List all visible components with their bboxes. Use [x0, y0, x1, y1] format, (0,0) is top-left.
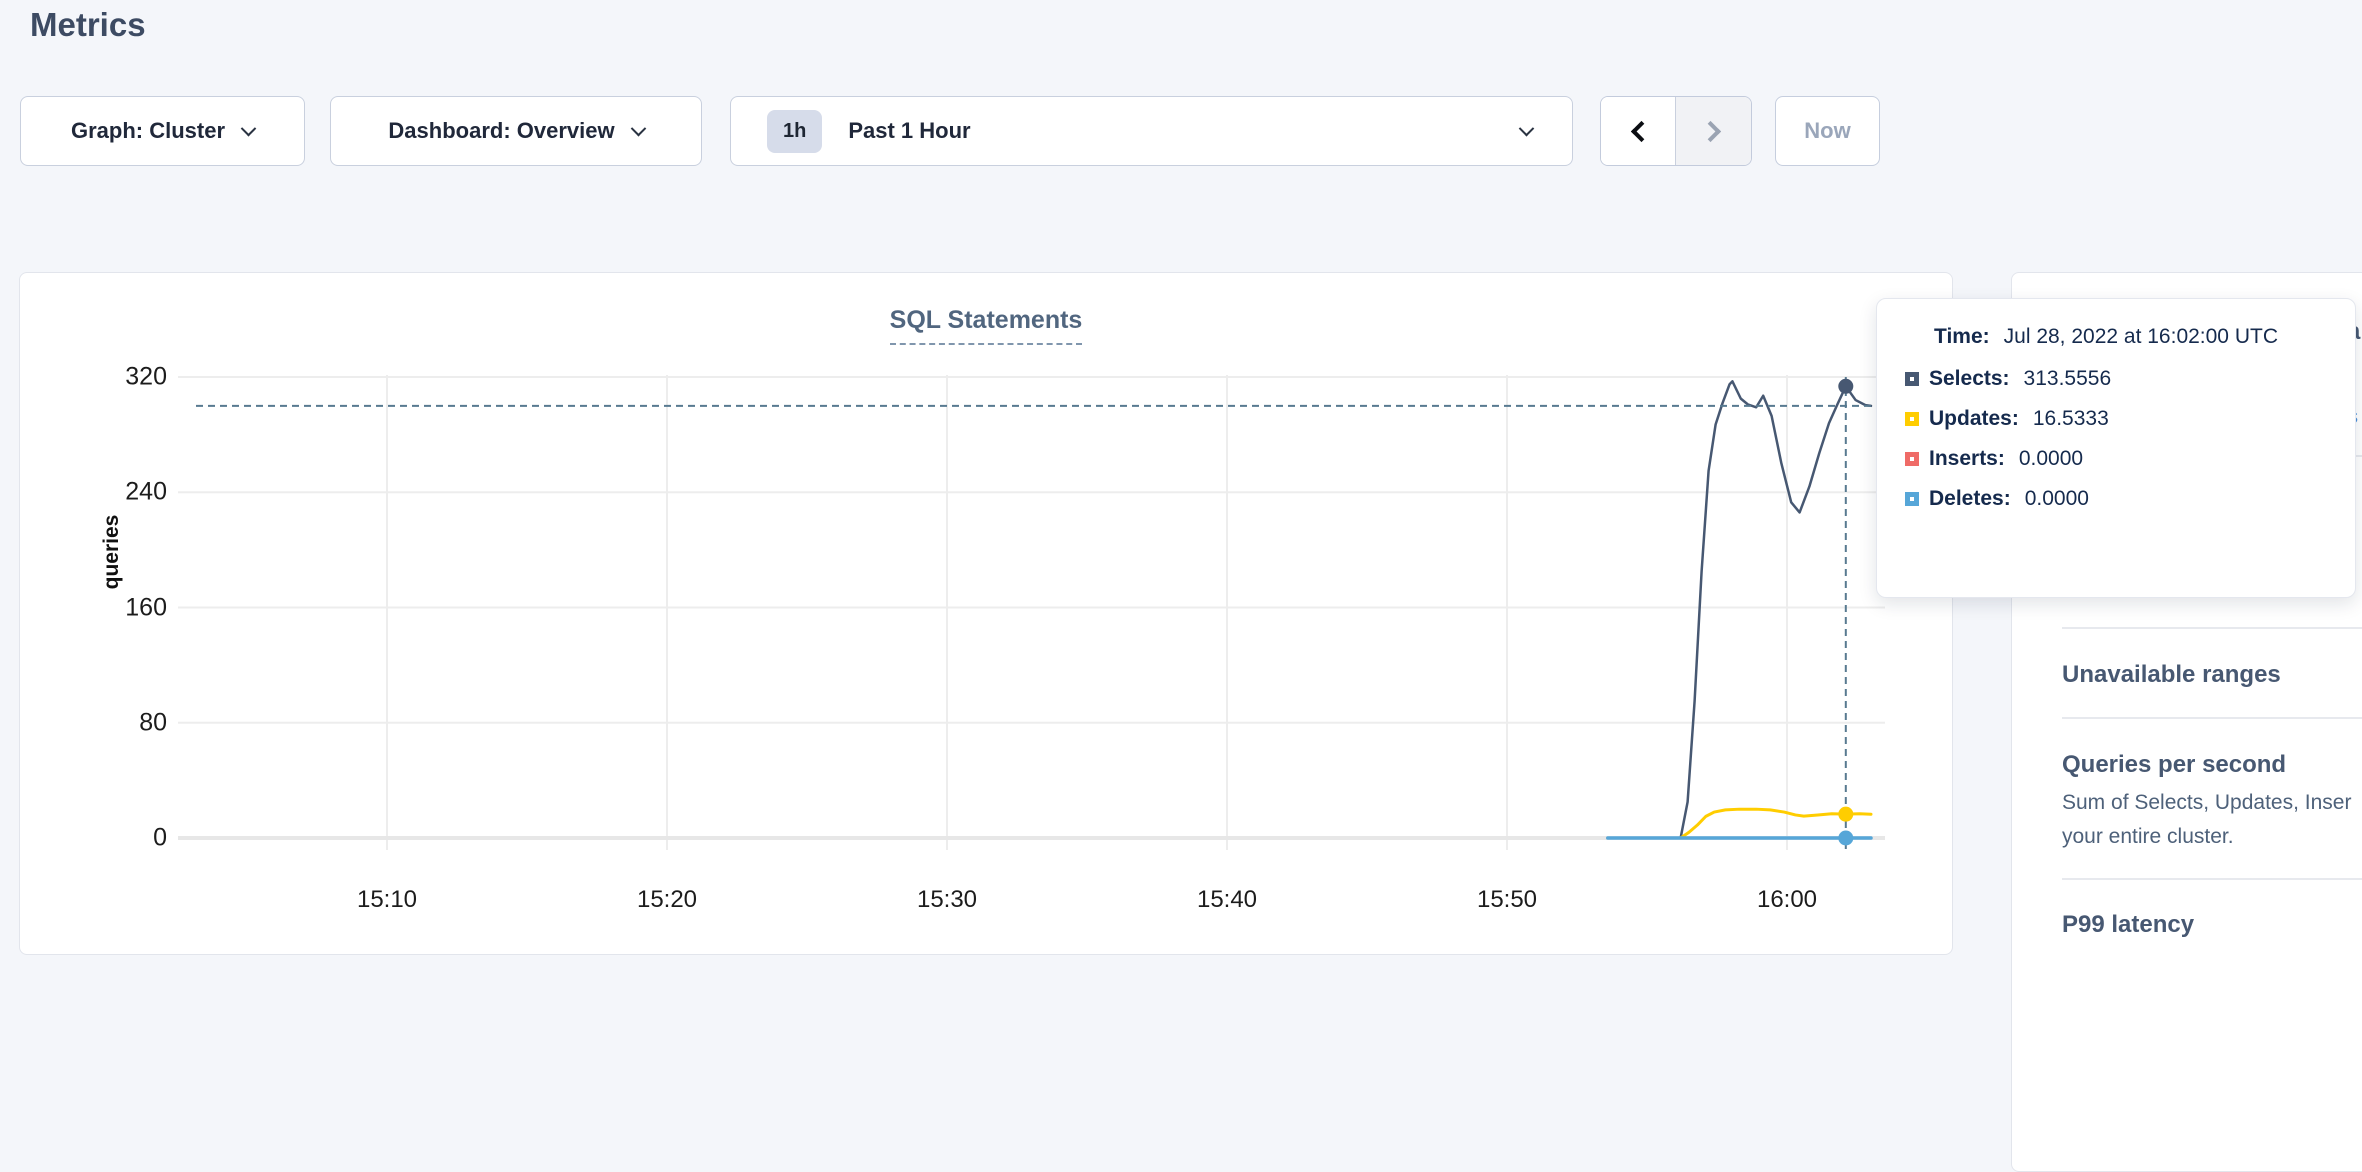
- y-axis-label: queries: [100, 492, 124, 612]
- sidebar-heading-queries-per-second: Queries per second: [2062, 750, 2362, 780]
- plot-hover-area[interactable]: [178, 375, 1885, 850]
- y-tick-label: 80: [139, 708, 167, 737]
- y-tick-label: 160: [125, 593, 167, 622]
- y-tick-label: 0: [153, 824, 167, 853]
- series-swatch-icon: [1905, 412, 1919, 426]
- chevron-down-icon: [241, 120, 257, 136]
- tooltip-row: Updates: 16.5333: [1905, 407, 2355, 431]
- series-swatch-icon: [1905, 492, 1919, 506]
- tooltip-row: Inserts: 0.0000: [1905, 447, 2355, 471]
- sidebar-divider: [2062, 878, 2362, 880]
- y-tick-label: 240: [125, 478, 167, 507]
- x-tick-label: 15:50: [1477, 886, 1537, 914]
- graph-selector-label: Graph: Cluster: [71, 118, 225, 144]
- time-range-badge: 1h: [767, 110, 822, 153]
- time-step-controls: [1600, 96, 1752, 166]
- tooltip-series-label: Updates:: [1929, 407, 2019, 431]
- tooltip-series-rows: Selects: 313.5556Updates: 16.5333 Inserts: 0…: [1905, 367, 2355, 511]
- chart-hover-tooltip: Time: Jul 28, 2022 at 16:02:00 UTC Select…: [1876, 298, 2356, 598]
- series-swatch-icon: [1905, 372, 1919, 386]
- sidebar-heading-p99-latency: P99 latency: [2062, 910, 2362, 940]
- next-time-button-disabled[interactable]: [1676, 97, 1751, 165]
- tooltip-series-value: 0.0000: [2019, 447, 2083, 471]
- tooltip-time-label: Time:: [1934, 325, 1990, 348]
- tooltip-row: Selects: 313.5556: [1905, 367, 2355, 391]
- tooltip-series-label: Deletes:: [1929, 487, 2011, 511]
- tooltip-series-label: Selects:: [1929, 367, 2010, 391]
- x-tick-label: 15:30: [917, 886, 977, 914]
- previous-time-button[interactable]: [1601, 97, 1676, 165]
- x-tick-label: 15:20: [637, 886, 697, 914]
- now-button[interactable]: Now: [1775, 96, 1880, 166]
- chart-title[interactable]: SQL Statements: [890, 306, 1083, 345]
- tooltip-series-value: 0.0000: [2025, 487, 2089, 511]
- sidebar-description-line: Sum of Selects, Updates, Inser: [2062, 786, 2362, 820]
- graph-selector-dropdown[interactable]: Graph: Cluster: [20, 96, 305, 166]
- tooltip-series-value: 16.5333: [2033, 407, 2109, 431]
- tooltip-series-value: 313.5556: [2024, 367, 2112, 391]
- chevron-right-icon: [1700, 120, 1721, 141]
- time-range-dropdown[interactable]: 1h Past 1 Hour: [730, 96, 1573, 166]
- series-swatch-icon: [1905, 452, 1919, 466]
- chevron-down-icon: [630, 120, 646, 136]
- chevron-left-icon: [1630, 120, 1651, 141]
- sidebar-description-line: your entire cluster.: [2062, 820, 2362, 854]
- x-tick-label: 15:40: [1197, 886, 1257, 914]
- sidebar-divider: [2062, 627, 2362, 629]
- chevron-down-icon: [1519, 120, 1535, 136]
- dashboard-selector-label: Dashboard: Overview: [388, 118, 614, 144]
- x-tick-label: 15:10: [357, 886, 417, 914]
- tooltip-series-label: Inserts:: [1929, 447, 2005, 471]
- y-tick-label: 320: [125, 363, 167, 392]
- dashboard-selector-dropdown[interactable]: Dashboard: Overview: [330, 96, 702, 166]
- tooltip-time-value: Jul 28, 2022 at 16:02:00 UTC: [2004, 325, 2278, 348]
- time-range-label: Past 1 Hour: [848, 118, 970, 144]
- sidebar-divider: [2062, 717, 2362, 719]
- page-title: Metrics: [30, 6, 146, 44]
- tooltip-row: Deletes: 0.0000: [1905, 487, 2355, 511]
- sidebar-heading-unavailable-ranges: Unavailable ranges: [2062, 660, 2362, 690]
- x-tick-label: 16:00: [1757, 886, 1817, 914]
- chart-title-wrap: SQL Statements: [19, 306, 1953, 345]
- tooltip-time-row: Time: Jul 28, 2022 at 16:02:00 UTC: [1905, 325, 2355, 349]
